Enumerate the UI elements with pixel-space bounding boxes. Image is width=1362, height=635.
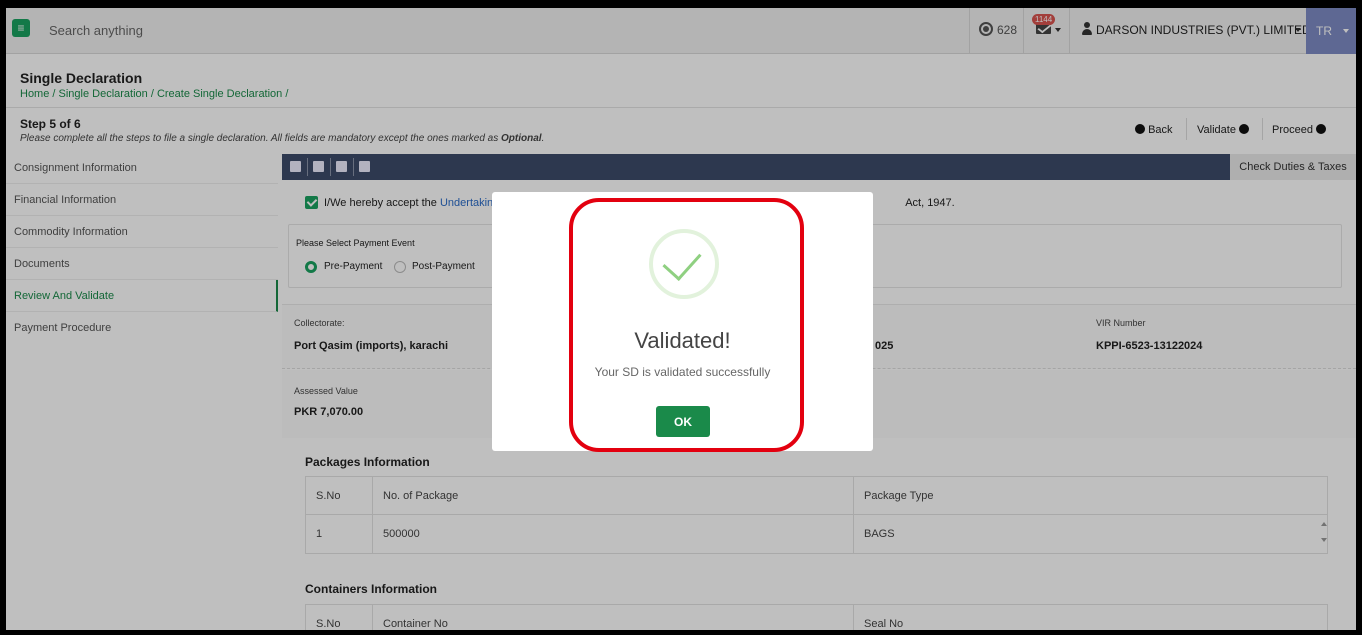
highlight-annotation — [569, 198, 804, 452]
app-window: ≡ Search anything 628 1144 DARSON INDUST… — [6, 8, 1356, 630]
